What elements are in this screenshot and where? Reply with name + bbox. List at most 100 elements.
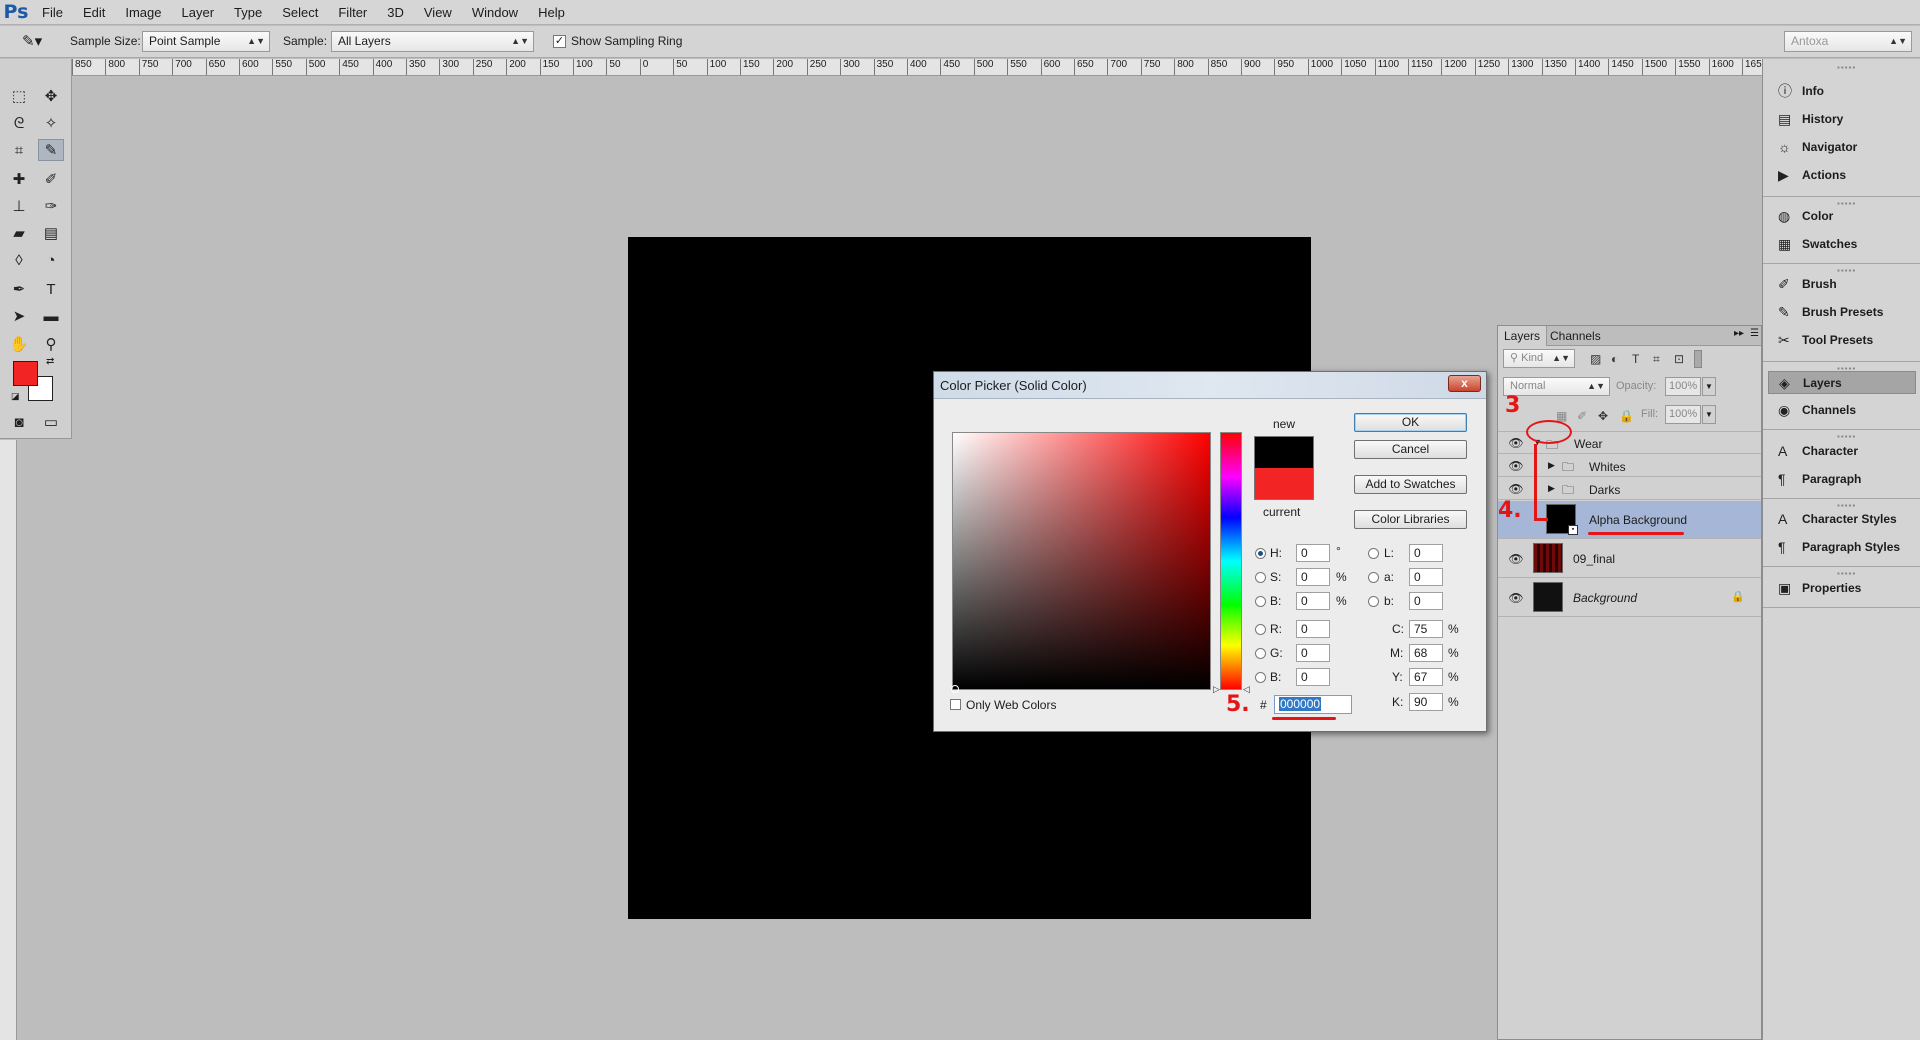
group-collapsed-icon[interactable]: ▶ bbox=[1548, 483, 1555, 494]
current-color-swatch[interactable] bbox=[1254, 468, 1314, 500]
only-web-colors-checkbox[interactable] bbox=[950, 699, 961, 710]
panel-character[interactable]: A Character bbox=[1768, 440, 1916, 463]
path-selection-icon[interactable]: ➤ bbox=[6, 305, 32, 327]
lasso-icon[interactable]: ᘓ bbox=[6, 112, 32, 134]
gradient-icon[interactable]: ▤ bbox=[38, 222, 64, 244]
eyedropper-preset-icon[interactable]: ✎▾ bbox=[22, 32, 42, 50]
ok-button[interactable]: OK bbox=[1354, 413, 1467, 432]
red-radio[interactable] bbox=[1255, 624, 1266, 635]
clone-stamp-icon[interactable]: ⊥ bbox=[6, 195, 32, 217]
hue-field[interactable]: 0 bbox=[1296, 544, 1330, 562]
menu-edit[interactable]: Edit bbox=[73, 0, 115, 25]
saturation-brightness-field[interactable] bbox=[952, 432, 1211, 690]
brush-icon[interactable]: ✐ bbox=[38, 168, 64, 190]
healing-brush-icon[interactable]: ✚ bbox=[6, 168, 32, 190]
panel-menu-icon[interactable]: ☰ bbox=[1750, 328, 1759, 339]
hue-slider-handle-left-icon[interactable]: ▷ bbox=[1213, 684, 1220, 695]
menu-type[interactable]: Type bbox=[224, 0, 272, 25]
menu-layer[interactable]: Layer bbox=[172, 0, 225, 25]
fill-dropdown-icon[interactable]: ▼ bbox=[1702, 405, 1716, 424]
history-brush-icon[interactable]: ✑ bbox=[38, 195, 64, 217]
magenta-field[interactable]: 68 bbox=[1409, 644, 1443, 662]
magic-wand-icon[interactable]: ✧ bbox=[38, 112, 64, 134]
visibility-eye-icon[interactable]: 👁 bbox=[1508, 436, 1524, 450]
panel-paragraph[interactable]: ¶ Paragraph bbox=[1768, 468, 1916, 491]
cyan-field[interactable]: 75 bbox=[1409, 620, 1443, 638]
swap-colors-icon[interactable]: ⇄ bbox=[46, 356, 54, 367]
menu-help[interactable]: Help bbox=[528, 0, 575, 25]
close-button[interactable]: x bbox=[1448, 375, 1481, 392]
eyedropper-icon[interactable]: ✎ bbox=[38, 139, 64, 161]
panel-paragraph-styles[interactable]: ¶ Paragraph Styles bbox=[1768, 536, 1916, 559]
black-field[interactable]: 90 bbox=[1409, 693, 1443, 711]
saturation-field[interactable]: 0 bbox=[1296, 568, 1330, 586]
crop-icon[interactable]: ⌗ bbox=[6, 139, 32, 161]
blur-icon[interactable]: ◊ bbox=[6, 249, 32, 271]
a-channel-radio[interactable] bbox=[1368, 572, 1379, 583]
panel-properties[interactable]: ▣ Properties bbox=[1768, 577, 1916, 600]
layer-row-darks[interactable]: 👁 ▶ 🗀 Darks bbox=[1498, 478, 1761, 500]
red-field[interactable]: 0 bbox=[1296, 620, 1330, 638]
opacity-field[interactable]: 100% bbox=[1665, 377, 1701, 396]
show-sampling-ring-checkbox[interactable]: ✓ bbox=[553, 35, 566, 48]
screen-mode-icon[interactable]: ▭ bbox=[38, 411, 64, 433]
panel-actions[interactable]: ▶ Actions bbox=[1768, 164, 1916, 187]
menu-filter[interactable]: Filter bbox=[328, 0, 377, 25]
panel-channels[interactable]: ◉ Channels bbox=[1768, 399, 1916, 422]
brightness-field[interactable]: 0 bbox=[1296, 592, 1330, 610]
eraser-icon[interactable]: ▰ bbox=[6, 222, 32, 244]
layer-row-background[interactable]: 👁 Background 🔒 bbox=[1498, 579, 1761, 617]
color-libraries-button[interactable]: Color Libraries bbox=[1354, 510, 1467, 529]
lock-all-icon[interactable]: 🔒 bbox=[1619, 409, 1634, 423]
marquee-icon[interactable]: ⬚ bbox=[6, 85, 32, 107]
menu-view[interactable]: View bbox=[414, 0, 462, 25]
sample-size-dropdown[interactable]: Point Sample ▲▼ bbox=[142, 31, 270, 52]
adjustment-filter-icon[interactable]: ◐ bbox=[1611, 352, 1618, 366]
hue-radio[interactable] bbox=[1255, 548, 1266, 559]
menu-window[interactable]: Window bbox=[462, 0, 528, 25]
dock-grip-icon[interactable]: ▪▪▪▪▪ bbox=[1837, 63, 1856, 72]
menu-select[interactable]: Select bbox=[272, 0, 328, 25]
lightness-field[interactable]: 0 bbox=[1409, 544, 1443, 562]
lock-image-icon[interactable]: ✐ bbox=[1577, 409, 1587, 423]
layer-row-09-final[interactable]: 👁 09_final bbox=[1498, 540, 1761, 578]
blue-radio[interactable] bbox=[1255, 672, 1266, 683]
panel-info[interactable]: ⓘ Info bbox=[1768, 80, 1916, 103]
default-colors-icon[interactable]: ◪ bbox=[11, 391, 20, 402]
b-channel-radio[interactable] bbox=[1368, 596, 1379, 607]
a-channel-field[interactable]: 0 bbox=[1409, 568, 1443, 586]
pen-icon[interactable]: ✒ bbox=[6, 278, 32, 300]
hue-slider[interactable] bbox=[1220, 432, 1242, 690]
quick-mask-icon[interactable]: ◙ bbox=[6, 411, 32, 433]
panel-color[interactable]: ◍ Color bbox=[1768, 205, 1916, 228]
cancel-button[interactable]: Cancel bbox=[1354, 440, 1467, 459]
saturation-radio[interactable] bbox=[1255, 572, 1266, 583]
workspace-dropdown[interactable]: Antoxa ▲▼ bbox=[1784, 31, 1912, 52]
lightness-radio[interactable] bbox=[1368, 548, 1379, 559]
filter-toggle[interactable] bbox=[1694, 350, 1702, 368]
brightness-radio[interactable] bbox=[1255, 596, 1266, 607]
color-field-cursor[interactable] bbox=[951, 685, 959, 693]
layer-row-whites[interactable]: 👁 ▶ 🗀 Whites bbox=[1498, 455, 1761, 477]
group-collapsed-icon[interactable]: ▶ bbox=[1548, 460, 1555, 471]
type-icon[interactable]: T bbox=[38, 278, 64, 300]
sample-dropdown[interactable]: All Layers ▲▼ bbox=[331, 31, 534, 52]
tab-layers[interactable]: Layers bbox=[1498, 326, 1548, 346]
panel-brush-presets[interactable]: ✎ Brush Presets bbox=[1768, 301, 1916, 324]
visibility-eye-icon[interactable]: 👁 bbox=[1508, 591, 1524, 605]
menu-3d[interactable]: 3D bbox=[377, 0, 414, 25]
menu-file[interactable]: File bbox=[32, 0, 73, 25]
dodge-icon[interactable]: ◔ bbox=[38, 249, 64, 271]
panel-navigator[interactable]: ☼ Navigator bbox=[1768, 136, 1916, 159]
fill-field[interactable]: 100% bbox=[1665, 405, 1701, 424]
yellow-field[interactable]: 67 bbox=[1409, 668, 1443, 686]
panel-brush[interactable]: ✐ Brush bbox=[1768, 273, 1916, 296]
panel-tool-presets[interactable]: ✂ Tool Presets bbox=[1768, 329, 1916, 352]
panel-character-styles[interactable]: A Character Styles bbox=[1768, 508, 1916, 531]
visibility-eye-icon[interactable]: 👁 bbox=[1508, 459, 1524, 473]
green-field[interactable]: 0 bbox=[1296, 644, 1330, 662]
type-filter-icon[interactable]: T bbox=[1632, 352, 1639, 366]
collapse-panel-icon[interactable]: ▸▸ bbox=[1734, 328, 1744, 339]
move-icon[interactable]: ✥ bbox=[38, 85, 64, 107]
opacity-dropdown-icon[interactable]: ▼ bbox=[1702, 377, 1716, 396]
